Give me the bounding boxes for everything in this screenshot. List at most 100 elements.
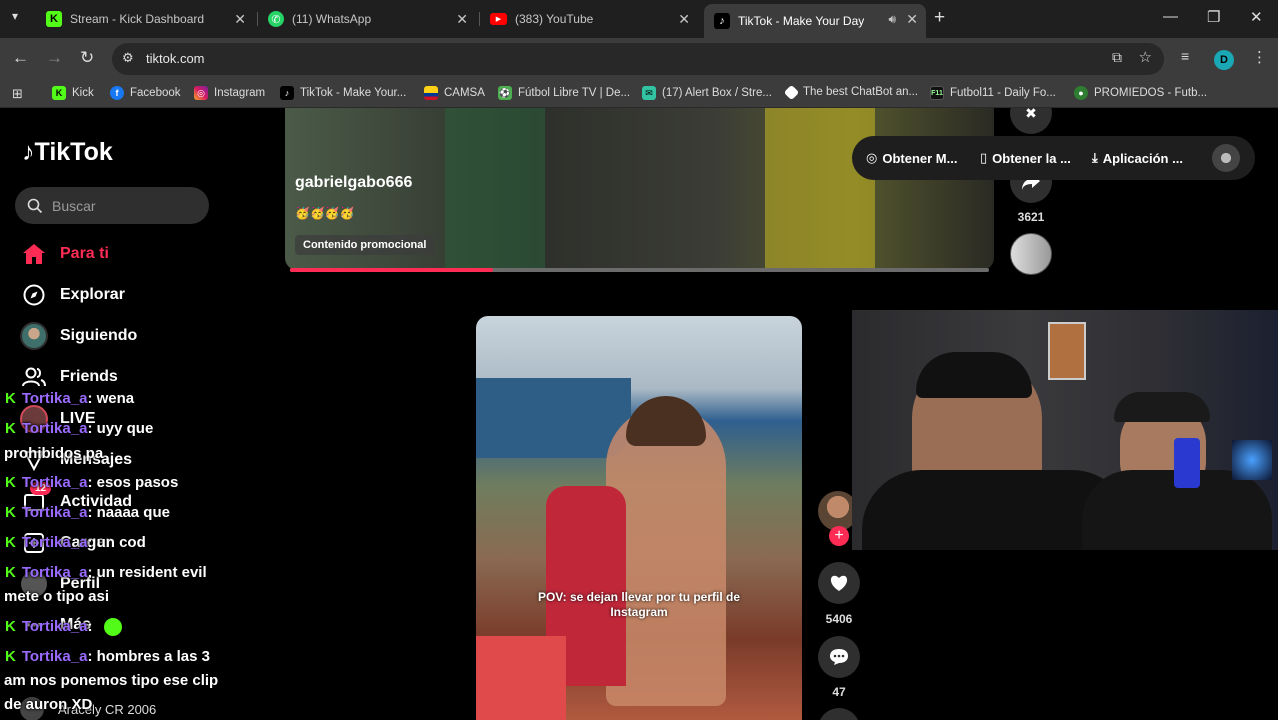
blue-light [1232,440,1272,480]
video-frame-shape [765,108,875,270]
user-avatar[interactable] [1212,144,1240,172]
bookmark-star-icon[interactable]: ☆ [1139,48,1152,66]
bookmark-futbol-libre[interactable]: ⚽ Fútbol Libre TV | De... [498,86,630,100]
promiedos-icon: ● [1074,86,1088,100]
speaker-icon[interactable]: 🔊︎ [888,12,896,27]
address-bar[interactable]: ⚙ tiktok.com ⧉ ☆ [112,43,1164,75]
close-window-icon[interactable]: ✕ [1250,8,1263,26]
kick-icon: K [5,534,16,551]
video-player-main[interactable]: POV: se dejan llevar por tu perfil de In… [476,316,802,720]
bookmark-futbol11[interactable]: F11 Futbol11 - Daily Fo... [930,86,1056,100]
close-tab-icon[interactable]: ✕ [906,11,918,28]
bookmark-chatbot[interactable]: The best ChatBot an... [783,84,918,100]
kick-icon: K [5,648,16,665]
nav-para-ti[interactable]: Para ti [20,239,109,269]
bookmark-label: CAMSA [444,87,485,99]
install-app-icon[interactable]: ⧉ [1112,49,1122,66]
url-text[interactable]: tiktok.com [146,51,205,66]
futbol11-icon: F11 [930,86,944,100]
site-info-icon[interactable]: ⚙ [122,50,134,66]
tab-youtube[interactable]: ▶ (383) YouTube ✕ [480,4,698,34]
browser-toolbar: ← → ↻ ⚙ tiktok.com ⧉ ☆ ≡ D ⋮ [0,38,1278,80]
save-button[interactable] [818,708,860,720]
nav-label: Siguiendo [60,327,138,344]
action-label: Aplicación ... [1102,150,1183,166]
media-control-icon[interactable]: ≡ [1181,48,1189,64]
favorite-button[interactable]: ✖ [1010,108,1052,134]
comment-button[interactable] [818,636,860,678]
back-icon[interactable]: ← [12,48,29,68]
chat-username: Tortika_a [21,564,88,581]
new-tab-icon[interactable]: + [934,7,945,29]
kick-icon: K [52,86,66,100]
video-username[interactable]: gabrielgabo666 [295,174,412,192]
bookmark-kick[interactable]: K Kick [52,86,94,100]
bookmark-promiedos[interactable]: ● PROMIEDOS - Futb... [1074,86,1207,100]
forward-icon[interactable]: → [46,48,63,68]
chat-text: : naaaa que [87,504,170,521]
chat-username: Tortika_a [21,648,88,665]
share-count: 3621 [1017,210,1045,224]
chat-message: K Tortika_a: hombres a las 3 [5,648,210,666]
chat-text: : [87,618,93,635]
bookmark-label: Instagram [214,87,266,99]
browser-tab-strip: ▾ K Stream - Kick Dashboard ✕ ✆ (11) Wha… [0,0,1278,38]
person-right-cap [1114,392,1210,422]
download-icon: ⤓ [1092,150,1098,165]
follow-plus-icon[interactable]: + [829,526,849,546]
nav-explorar[interactable]: Explorar [20,280,125,310]
bookmark-facebook[interactable]: f Facebook [110,86,181,100]
tab-kick-dashboard[interactable]: K Stream - Kick Dashboard ✕ [36,4,254,34]
search-input[interactable]: Buscar [15,187,209,224]
desktop-app-button[interactable]: ⤓ Aplicación ... [1092,150,1183,166]
bookmark-instagram[interactable]: ◎ Instagram [194,86,265,100]
action-label: Obtener M... [882,150,958,166]
chat-message: K Tortika_a: wena [5,390,134,408]
blue-cup [1174,438,1200,488]
webcam-overlay [852,310,1278,550]
chat-message: K Tortika_a: un resident evil [5,564,207,582]
chat-message: K Tortika_a: [5,618,123,637]
youtube-icon: ▶ [490,13,507,25]
top-actions-bar: ◎ Obtener M... ▯ Obtener la ... ⤓ Aplicació… [852,136,1255,180]
bookmark-icon: ✖ [1025,108,1037,121]
nav-siguiendo[interactable]: Siguiendo [20,321,137,351]
maximize-icon[interactable]: ❐ [1207,8,1220,26]
bookmark-alert-box[interactable]: ✉ (17) Alert Box / Stre... [642,86,772,100]
chat-message: K Tortika_a: uyy que [5,420,153,438]
profile-avatar[interactable]: D [1214,50,1234,70]
menu-icon[interactable]: ⋮ [1252,48,1267,66]
bookmark-label: Futbol11 - Daily Fo... [950,87,1056,99]
emote-icon [104,618,123,637]
tab-tiktok[interactable]: ♪ TikTok - Make Your Day 🔊︎ ✕ [704,4,926,38]
tiktok-logo[interactable]: ♪TikTok [22,138,113,167]
close-tab-icon[interactable]: ✕ [678,11,690,28]
minimize-icon[interactable]: — [1163,8,1178,25]
sound-disc-icon[interactable] [1010,233,1052,275]
tab-title: TikTok - Make Your Day [738,14,865,28]
close-tab-icon[interactable]: ✕ [234,11,246,28]
tiktok-page: ♪TikTok Buscar Para ti Explorar Siguiend… [0,108,1278,720]
get-app-button[interactable]: ▯ Obtener la ... [980,150,1071,166]
video-progress-fill [290,268,493,272]
reload-icon[interactable]: ↻ [80,48,94,68]
wall-picture [1048,322,1086,380]
tab-whatsapp[interactable]: ✆ (11) WhatsApp ✕ [258,4,476,34]
promo-label: Contenido promocional [295,235,435,255]
tab-search-icon[interactable]: ▾ [12,9,18,23]
close-tab-icon[interactable]: ✕ [456,11,468,28]
search-placeholder: Buscar [52,198,96,214]
action-label: Obtener la ... [992,150,1071,166]
video-player-previous[interactable]: gabrielgabo666 🥳🥳🥳🥳 Contenido promociona… [285,108,994,270]
bookmark-label: PROMIEDOS - Futb... [1094,87,1208,99]
bookmark-tiktok[interactable]: ♪ TikTok - Make Your... [280,86,406,100]
video-progress-bar[interactable] [290,268,989,272]
like-button[interactable] [818,562,860,604]
chat-text-continued: prohibidos pa [4,445,104,462]
nav-label: Para ti [60,245,109,262]
whatsapp-icon: ✆ [268,11,284,27]
bookmark-camsa[interactable]: CAMSA [424,86,485,100]
apps-icon[interactable]: ⊞ [12,86,23,102]
get-coins-button[interactable]: ◎ Obtener M... [866,150,957,166]
facebook-icon: f [110,86,124,100]
